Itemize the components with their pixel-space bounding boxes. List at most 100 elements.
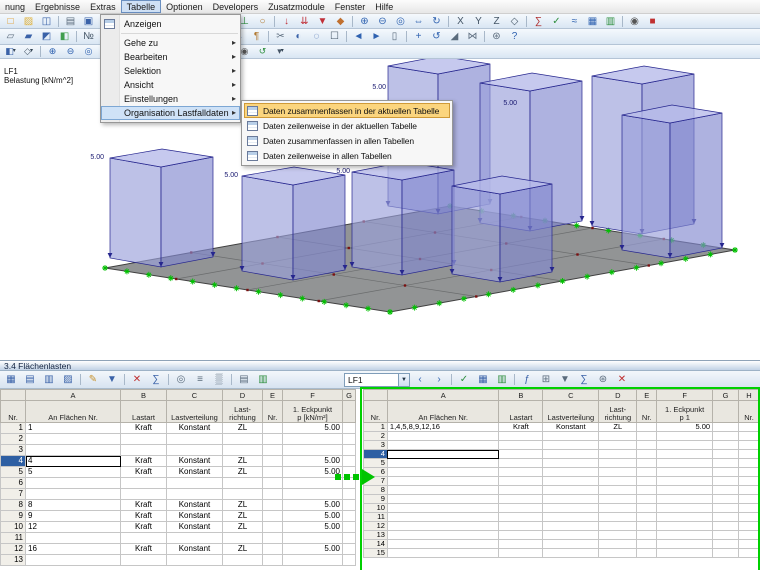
table-cell[interactable] xyxy=(737,530,760,540)
table-cell[interactable] xyxy=(542,530,600,540)
table-cell[interactable]: 8 xyxy=(25,499,121,511)
table-cell[interactable] xyxy=(262,532,283,544)
table-cell[interactable] xyxy=(636,494,658,504)
table-cell[interactable] xyxy=(386,476,500,486)
table-cell[interactable] xyxy=(712,512,739,522)
table-cell[interactable]: 5.00 xyxy=(282,455,343,467)
table-cell[interactable] xyxy=(656,476,714,486)
save-icon[interactable]: ◫ xyxy=(38,15,55,28)
results-icon[interactable]: ≈ xyxy=(566,15,583,28)
table-cell[interactable] xyxy=(498,539,544,549)
table-cell[interactable] xyxy=(386,548,500,558)
copy-table-icon[interactable]: ▦ xyxy=(2,372,20,387)
row-number-cell[interactable]: 11 xyxy=(0,532,26,544)
table-cell[interactable] xyxy=(737,440,760,450)
shaded-icon[interactable]: ▰ xyxy=(20,30,37,43)
column-header-G[interactable]: G xyxy=(342,389,356,401)
zoom-out-icon[interactable]: ⊖ xyxy=(374,15,391,28)
table-cell[interactable] xyxy=(598,503,638,513)
table-cell[interactable]: Konstant xyxy=(166,543,223,555)
table-cell[interactable] xyxy=(542,449,600,459)
table-cell[interactable] xyxy=(262,510,283,522)
import-table-icon[interactable]: ▦ xyxy=(474,372,492,387)
table-cell[interactable] xyxy=(598,494,638,504)
table-cell[interactable] xyxy=(636,431,658,441)
table-cell[interactable] xyxy=(712,521,739,531)
table-cell[interactable] xyxy=(222,554,263,566)
table-cell[interactable] xyxy=(598,521,638,531)
check-model-icon[interactable]: ✓ xyxy=(548,15,565,28)
member-load-icon[interactable]: ⇊ xyxy=(296,15,313,28)
row-number-cell[interactable]: 2 xyxy=(0,433,26,445)
table-cell[interactable] xyxy=(542,431,600,441)
move-model-icon[interactable]: + xyxy=(410,30,427,43)
corner-header[interactable] xyxy=(363,389,388,401)
table-cell[interactable] xyxy=(737,512,760,522)
edit-cell-icon[interactable]: ✎ xyxy=(84,372,102,387)
table-cell[interactable] xyxy=(598,449,638,459)
column-header-A[interactable]: A xyxy=(386,389,500,401)
table-cell[interactable] xyxy=(656,521,714,531)
close-table-icon[interactable]: ✕ xyxy=(613,372,631,387)
table-cell[interactable] xyxy=(598,458,638,468)
table-cell[interactable] xyxy=(342,455,356,467)
table-cell[interactable]: Konstant xyxy=(166,466,223,478)
table-cell[interactable] xyxy=(737,503,760,513)
table-cell[interactable] xyxy=(737,485,760,495)
table-cell[interactable] xyxy=(386,449,500,459)
section-icon[interactable]: ✂ xyxy=(272,30,289,43)
table-cell[interactable] xyxy=(386,521,500,531)
surface-load-icon[interactable]: ▼ xyxy=(314,15,331,28)
table-cell[interactable] xyxy=(636,467,658,477)
table-panel-titlebar[interactable]: 3.4 Flächenlasten xyxy=(0,360,760,371)
table-cell[interactable] xyxy=(262,554,283,566)
table-cell[interactable] xyxy=(498,458,544,468)
sort-icon[interactable]: ≡ xyxy=(191,372,209,387)
table-cell[interactable] xyxy=(636,521,658,531)
submenu-item-daten-zusammenfassen-in-der-aktuellen-tabelle[interactable]: Daten zusammenfassen in der aktuellen Ta… xyxy=(244,103,450,118)
menu-item-organisation-lastfalldaten[interactable]: Organisation Lastfalldaten ▸ xyxy=(101,106,240,120)
column-header-D[interactable]: D xyxy=(598,389,638,401)
column-header-C[interactable]: C xyxy=(166,389,223,401)
table-cell[interactable] xyxy=(712,476,739,486)
table-cell[interactable] xyxy=(262,433,283,445)
table-cell[interactable] xyxy=(598,476,638,486)
new-window-icon[interactable]: ▯ xyxy=(386,30,403,43)
table-cell[interactable] xyxy=(342,444,356,456)
column-header-E[interactable]: E xyxy=(636,389,658,401)
table-cell[interactable] xyxy=(282,554,343,566)
table-cell[interactable] xyxy=(636,476,658,486)
table-cell[interactable] xyxy=(120,532,167,544)
table-cell[interactable] xyxy=(498,440,544,450)
table-cell[interactable] xyxy=(342,499,356,511)
export-table-icon[interactable]: ▥ xyxy=(493,372,511,387)
table-cell[interactable] xyxy=(120,433,167,445)
tables-icon[interactable]: ▦ xyxy=(584,15,601,28)
table-cell[interactable]: Konstant xyxy=(542,422,600,432)
table-cell[interactable] xyxy=(598,485,638,495)
menu-item-selektion[interactable]: Selektion ▸ xyxy=(101,64,240,78)
show-numbering-icon[interactable]: № xyxy=(80,30,97,43)
table-cell[interactable] xyxy=(386,467,500,477)
table-settings-icon[interactable]: ▨ xyxy=(59,372,77,387)
table-cell[interactable] xyxy=(386,539,500,549)
table-cell[interactable] xyxy=(498,449,544,459)
table-cell[interactable] xyxy=(166,532,223,544)
table-cell[interactable] xyxy=(262,488,283,500)
table-cell[interactable] xyxy=(598,512,638,522)
table-cell[interactable]: 16 xyxy=(25,543,121,555)
table-cell[interactable] xyxy=(342,510,356,522)
table-cell[interactable] xyxy=(712,422,739,432)
table-cell[interactable] xyxy=(656,440,714,450)
table-cell[interactable] xyxy=(636,458,658,468)
table-cell[interactable] xyxy=(737,467,760,477)
new-file-icon[interactable]: □ xyxy=(2,15,19,28)
table-cell[interactable] xyxy=(386,485,500,495)
table-cell[interactable] xyxy=(386,530,500,540)
table-cell[interactable]: ZL xyxy=(222,521,263,533)
menu-item-einstellungen[interactable]: Einstellungen ▸ xyxy=(101,92,240,106)
pan-icon[interactable]: ⇔ xyxy=(410,15,427,28)
menubar-item-nung[interactable]: nung xyxy=(0,0,30,13)
table-cell[interactable]: 5 xyxy=(25,466,121,478)
table-cell[interactable] xyxy=(25,444,121,456)
